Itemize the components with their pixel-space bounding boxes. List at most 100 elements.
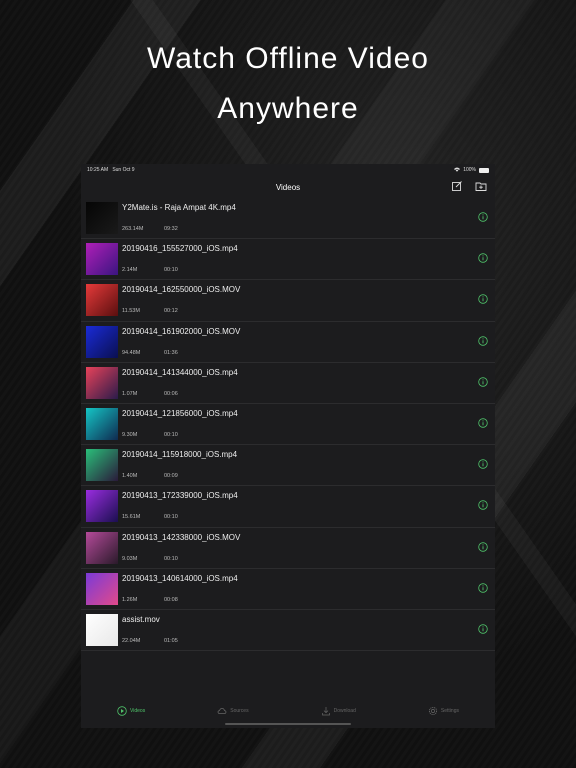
video-duration: 00:09 [164,473,178,480]
tab-label: Sources [230,708,249,714]
video-duration: 00:08 [164,596,178,603]
video-row[interactable]: 20190413_140614000_iOS.mp4 1.26M 00:08 [81,569,495,610]
video-info: Y2Mate.is - Raja Ampat 4K.mp4 263.14M 09:3… [122,202,495,234]
video-info: assist.mov 22.04M 01:05 [122,614,495,646]
info-icon[interactable] [478,377,488,387]
video-thumbnail [86,408,118,441]
video-info: 20190413_172339000_iOS.mp4 15.61M 00:10 [122,490,495,522]
video-filename: 20190414_115918000_iOS.mp4 [122,450,238,460]
video-thumbnail [86,449,118,482]
gear-icon [428,706,437,716]
home-indicator [225,723,351,725]
video-row[interactable]: 20190414_141344000_iOS.mp4 1.07M 00:06 [81,363,495,404]
video-thumbnail [86,202,118,235]
nav-bar: Videos [81,176,495,198]
video-duration: 00:10 [164,267,178,274]
video-row[interactable]: 20190413_172339000_iOS.mp4 15.61M 00:10 [81,486,495,528]
video-row[interactable]: 20190413_142338000_iOS.MOV 9.03M 00:10 [81,528,495,569]
info-icon[interactable] [478,212,488,222]
video-row[interactable]: 20190414_161902000_iOS.MOV 94.48M 01:36 [81,322,495,363]
info-icon[interactable] [478,624,488,634]
wifi-icon [454,167,461,174]
tab-download[interactable]: Download [321,706,356,716]
video-row[interactable]: 20190416_155527000_iOS.mp4 2.14M 00:10 [81,239,495,281]
video-thumbnail [86,613,118,646]
info-icon[interactable] [478,418,488,428]
tab-sources[interactable]: Sources [217,706,249,716]
info-icon[interactable] [478,459,488,469]
info-icon[interactable] [478,253,488,263]
video-thumbnail [86,531,118,564]
download-icon [321,707,330,716]
page-title: Videos [275,182,301,192]
video-filename: 20190414_161902000_iOS.MOV [122,326,241,336]
video-thumbnail [86,284,118,317]
video-filename: 20190413_142338000_iOS.MOV [122,532,241,542]
video-filename: assist.mov [122,614,160,624]
video-info: 20190414_121856000_iOS.mp4 9.30M 00:10 [122,408,495,440]
video-filename: 20190414_141344000_iOS.mp4 [122,367,238,377]
video-duration: 09:32 [164,226,178,233]
info-icon[interactable] [478,335,488,346]
video-row[interactable]: 20190414_121856000_iOS.mp4 9.30M 00:10 [81,404,495,446]
video-duration: 00:10 [164,514,178,521]
tab-label: Download [333,708,356,714]
battery-level: 100% [463,167,476,173]
video-row[interactable]: 20190414_162550000_iOS.MOV 11.53M 00:12 [81,280,495,322]
video-size: 2.14M [122,267,138,274]
edit-icon[interactable] [451,180,463,192]
video-duration: 01:36 [164,349,178,356]
tab-label: Settings [440,708,459,714]
video-filename: 20190414_162550000_iOS.MOV [122,285,241,295]
video-thumbnail [86,366,118,399]
info-icon[interactable] [478,541,488,552]
tab-label: Videos [130,708,146,714]
video-size: 1.07M [122,390,138,397]
video-filename: 20190413_172339000_iOS.mp4 [122,491,238,501]
video-thumbnail [86,490,118,523]
video-filename: Y2Mate.is - Raja Ampat 4K.mp4 [122,203,236,213]
headline-line-1: Watch Offline Video [147,42,429,75]
video-row[interactable]: 20190414_115918000_iOS.mp4 1.40M 00:09 [81,445,495,487]
add-folder-icon[interactable] [475,180,487,192]
video-size: 94.48M [122,349,141,356]
video-info: 20190414_141344000_iOS.mp4 1.07M 00:06 [122,367,495,399]
tab-settings[interactable]: Settings [428,706,459,716]
video-thumbnail [86,572,118,605]
play-icon [117,706,127,716]
video-size: 263.14M [122,226,144,233]
video-filename: 20190416_155527000_iOS.mp4 [122,244,238,254]
video-row[interactable]: Y2Mate.is - Raja Ampat 4K.mp4 263.14M 09:3… [81,198,495,240]
status-bar: 10:25 AM Sun Oct 9 100% [81,164,495,176]
info-icon[interactable] [478,500,488,511]
video-size: 1.26M [122,596,138,603]
video-filename: 20190414_121856000_iOS.mp4 [122,409,238,419]
video-duration: 00:12 [164,308,178,315]
cloud-icon [217,708,227,714]
video-filename: 20190413_140614000_iOS.mp4 [122,573,238,583]
info-icon[interactable] [478,582,488,593]
tab-videos[interactable]: Videos [117,706,145,716]
video-info: 20190414_162550000_iOS.MOV 11.53M 00:12 [122,284,495,316]
info-icon[interactable] [478,294,488,305]
status-time: 10:25 AM [87,167,109,173]
app-screen: 10:25 AM Sun Oct 9 100% Videos Y2Mate.is… [81,164,495,728]
video-info: 20190416_155527000_iOS.mp4 2.14M 00:10 [122,243,495,275]
video-size: 9.03M [122,555,138,562]
video-size: 22.04M [122,637,141,644]
video-duration: 00:10 [164,555,178,562]
video-size: 15.61M [122,514,141,521]
video-info: 20190413_142338000_iOS.MOV 9.03M 00:10 [122,532,495,564]
video-list: Y2Mate.is - Raja Ampat 4K.mp4 263.14M 09:3… [81,198,495,652]
headline-line-2: Anywhere [217,92,359,125]
video-size: 11.53M [122,308,140,315]
video-size: 9.30M [122,432,138,439]
video-size: 1.40M [122,473,138,480]
video-info: 20190414_161902000_iOS.MOV 94.48M 01:36 [122,326,495,358]
video-row[interactable]: assist.mov 22.04M 01:05 [81,610,495,652]
video-thumbnail [86,325,118,358]
video-thumbnail [86,243,118,276]
video-duration: 01:05 [164,637,178,644]
video-info: 20190414_115918000_iOS.mp4 1.40M 00:09 [122,449,495,481]
video-duration: 00:10 [164,432,178,439]
